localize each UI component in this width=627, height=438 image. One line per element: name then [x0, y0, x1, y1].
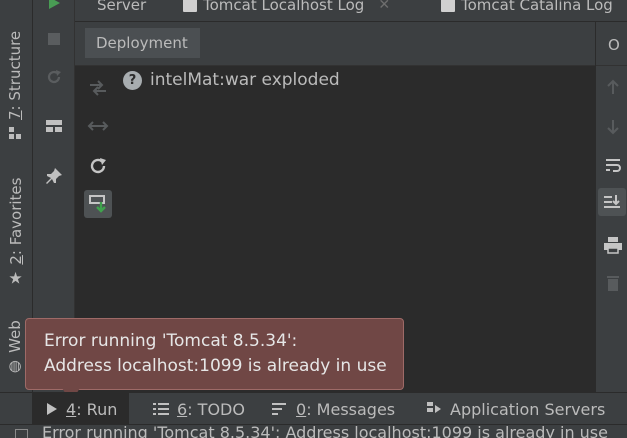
run-button[interactable]	[43, 0, 65, 14]
error-balloon[interactable]: Error running 'Tomcat 8.5.34': Address l…	[25, 318, 404, 390]
arrow-down-icon	[607, 120, 619, 135]
structure-icon	[9, 127, 21, 139]
output-title: O	[608, 36, 620, 54]
question-icon: ?	[123, 70, 142, 90]
artifact-row[interactable]: ? intelMat:war exploded	[123, 70, 340, 90]
status-message[interactable]: Error running 'Tomcat 8.5.34': Address l…	[42, 425, 608, 438]
scroll-down-button[interactable]	[602, 116, 624, 138]
scroll-to-end-icon	[604, 195, 620, 208]
deploy-arrows-icon	[90, 80, 106, 96]
run-icon	[47, 403, 57, 415]
rerun-button[interactable]	[43, 66, 65, 88]
web-tool-tab[interactable]: ◍ Web	[6, 320, 24, 375]
layout-button[interactable]	[43, 115, 65, 137]
print-button[interactable]	[602, 234, 624, 256]
scroll-up-button[interactable]	[602, 76, 624, 98]
stop-button[interactable]	[43, 28, 65, 50]
tab-tomcat-localhost-log[interactable]: Tomcat Localhost Log ✕	[183, 0, 390, 16]
bottom-tool-bar: 4: Run 6: TODO 0: Messages Application S…	[0, 392, 627, 425]
run-icon	[49, 0, 60, 9]
deployment-title: Deployment	[85, 28, 200, 58]
pin-button[interactable]	[43, 165, 65, 187]
output-header: O	[596, 22, 627, 66]
close-icon[interactable]: ✕	[378, 0, 390, 13]
undeploy-button[interactable]	[84, 112, 112, 140]
deploy-button[interactable]	[84, 74, 112, 102]
scroll-to-end-button[interactable]	[598, 188, 626, 216]
log-file-icon	[441, 0, 455, 12]
todo-list-icon	[153, 403, 169, 415]
clear-all-button[interactable]	[602, 272, 624, 294]
soft-wrap-button[interactable]	[602, 154, 624, 176]
log-file-icon	[183, 0, 197, 12]
deploy-all-button[interactable]	[84, 190, 112, 218]
printer-icon	[604, 237, 622, 254]
artifact-name: intelMat:war exploded	[150, 70, 340, 90]
refresh-button[interactable]	[84, 152, 112, 180]
messages-icon	[272, 403, 286, 415]
application-servers-icon	[427, 402, 441, 413]
tab-tomcat-catalina-log[interactable]: Tomcat Catalina Log	[441, 0, 613, 16]
soft-wrap-icon	[606, 159, 621, 172]
tab-run[interactable]: 4: Run	[32, 393, 130, 425]
stop-icon	[48, 33, 60, 45]
tab-server[interactable]: Server	[97, 0, 146, 16]
globe-icon: ◍	[8, 356, 22, 375]
arrow-up-icon	[607, 79, 619, 94]
structure-tool-tab[interactable]: 7: Structure	[6, 31, 24, 140]
deploy-download-icon	[89, 195, 106, 213]
refresh-icon	[90, 158, 106, 174]
layout-icon	[46, 120, 62, 132]
favorites-tool-tab[interactable]: ★ 2: Favorites	[6, 178, 25, 288]
tab-application-servers[interactable]: Application Servers	[426, 393, 605, 425]
error-balloon-line1: Error running 'Tomcat 8.5.34':	[44, 331, 298, 351]
tab-messages[interactable]: 0: Messages	[272, 393, 395, 425]
undeploy-icon	[87, 121, 109, 131]
output-panel-toolbar: O	[595, 22, 627, 392]
tab-todo[interactable]: 6: TODO	[153, 393, 245, 425]
trash-icon	[607, 276, 619, 291]
run-tabs-bar: Server Tomcat Localhost Log ✕ Tomcat Cat…	[75, 0, 627, 22]
error-balloon-line2: Address localhost:1099 is already in use	[44, 356, 387, 376]
rerun-icon	[47, 70, 61, 84]
status-bar: Error running 'Tomcat 8.5.34': Address l…	[0, 424, 627, 438]
pin-icon	[46, 168, 62, 184]
star-icon: ★	[8, 268, 23, 288]
deployment-header: Deployment	[75, 22, 595, 66]
status-checkbox-icon[interactable]	[15, 429, 28, 438]
